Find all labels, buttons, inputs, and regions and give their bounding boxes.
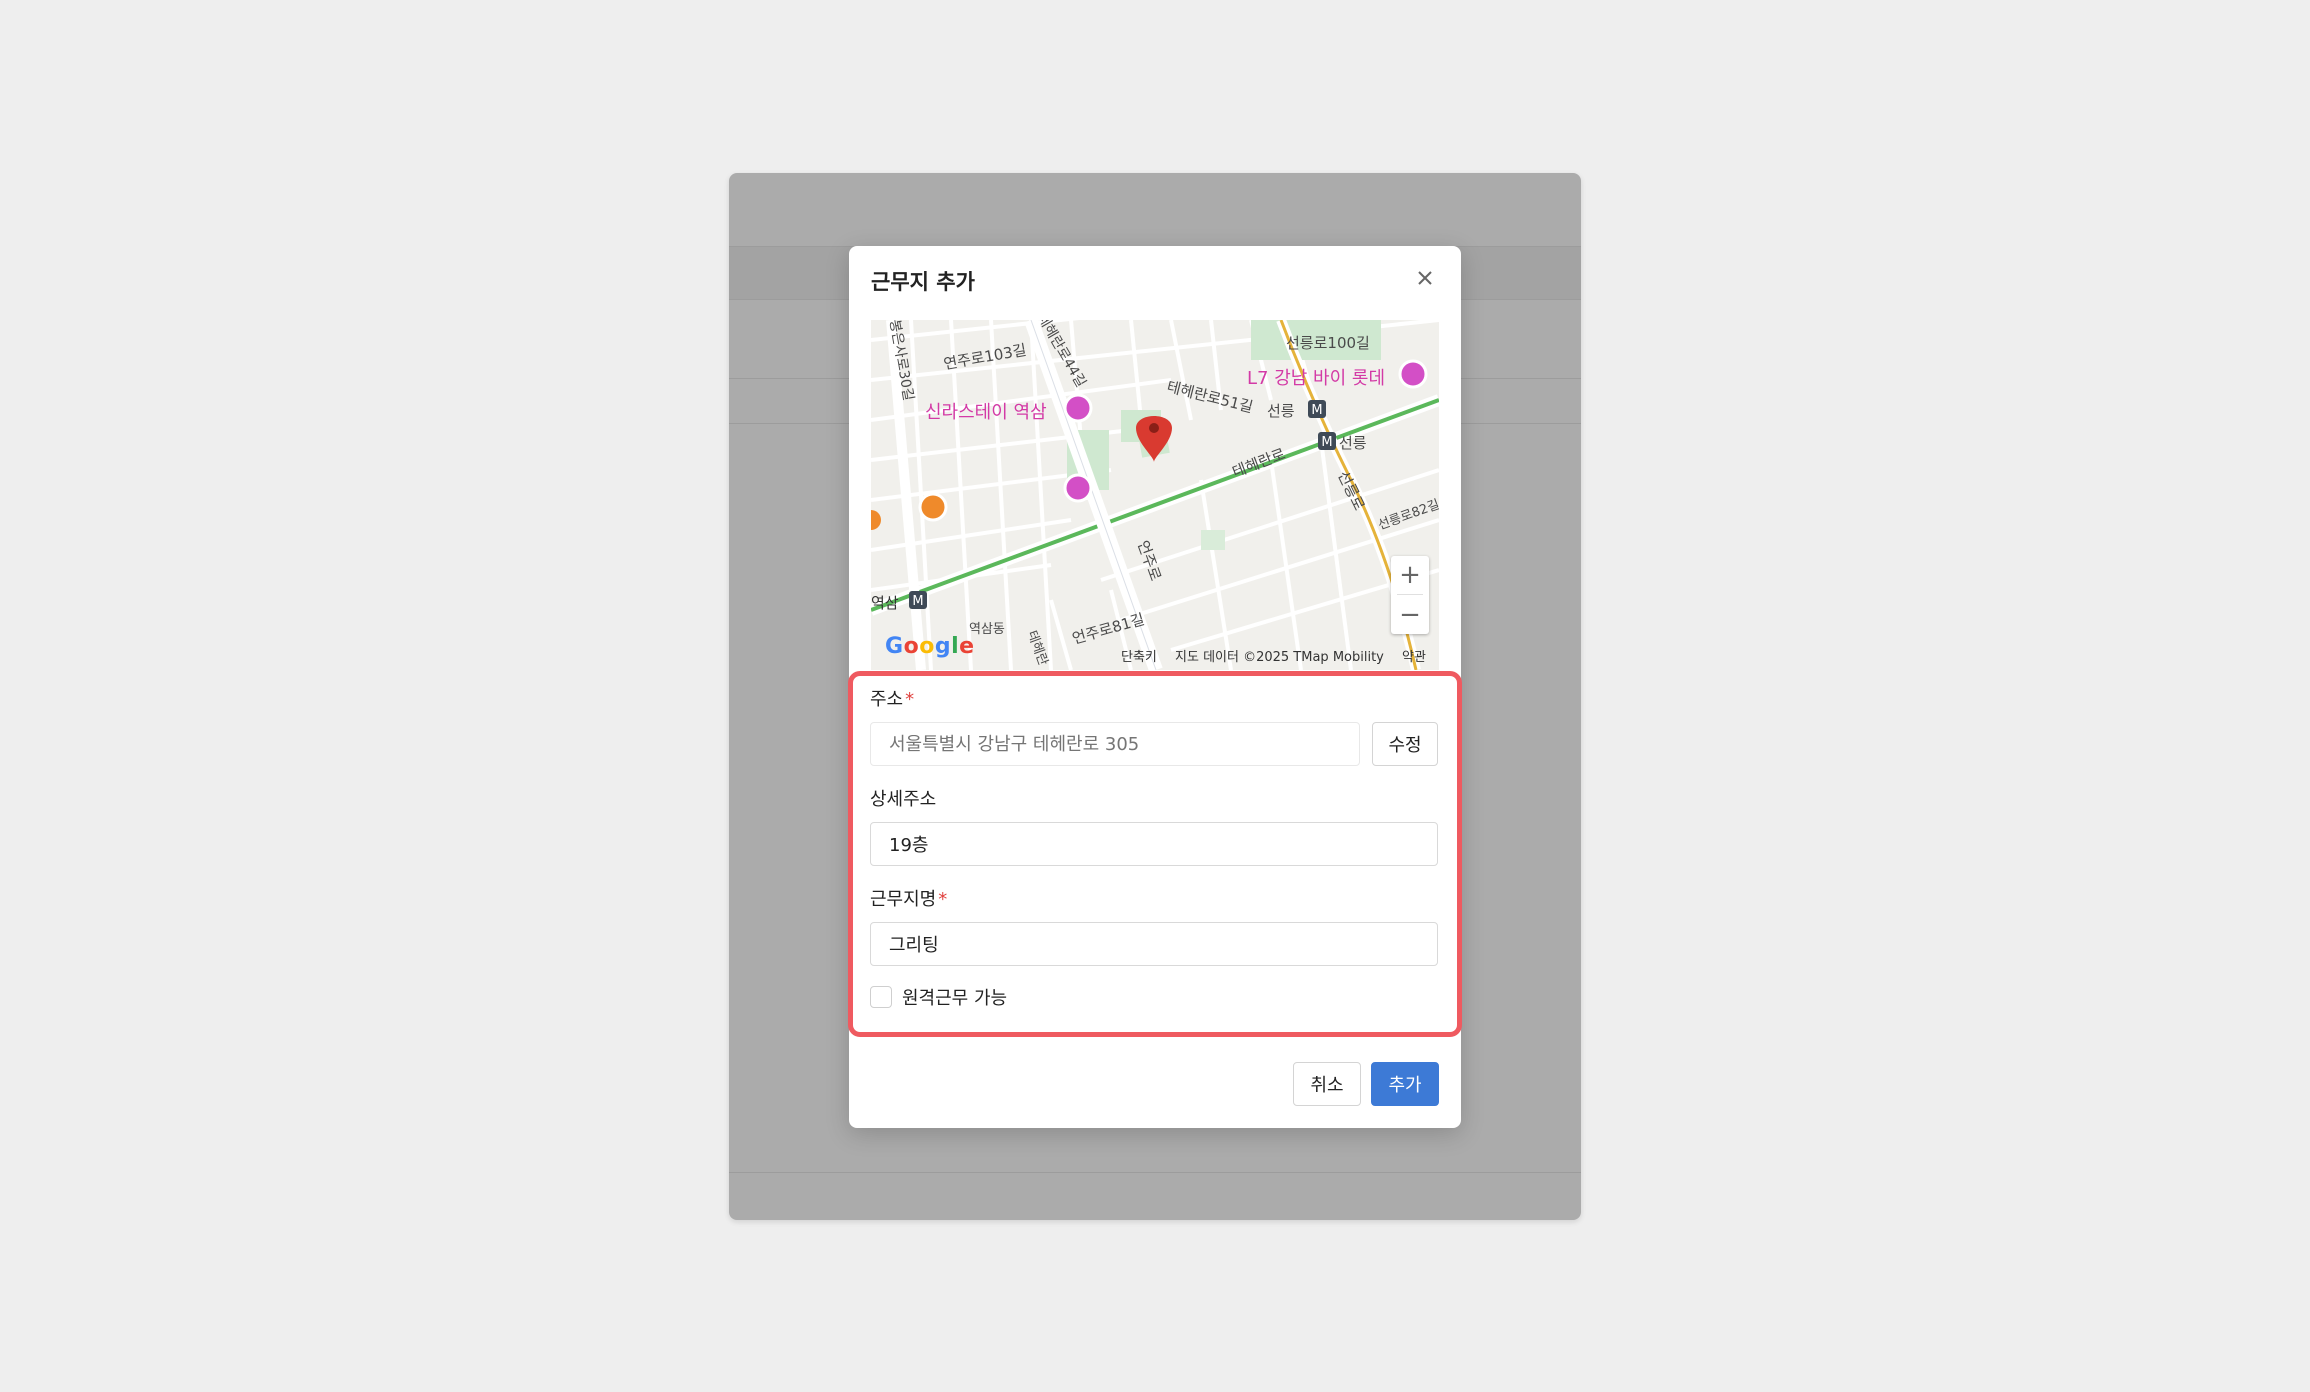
edit-address-button[interactable]: 수정 xyxy=(1372,722,1438,766)
svg-text:M: M xyxy=(912,594,923,609)
workplace-form: 주소* 수정 상세주소 근무지명* 원격근무 가능 xyxy=(850,673,1460,1037)
map-view[interactable]: M M M 선릉로100길 L7 강남 바이 롯데 연주로103길 신라스테이 … xyxy=(871,320,1439,670)
close-button[interactable] xyxy=(1411,264,1439,292)
workplace-name-input[interactable] xyxy=(870,922,1438,966)
google-logo-text: Google xyxy=(885,634,975,659)
add-button[interactable]: 추가 xyxy=(1371,1062,1439,1106)
map-zoom-control: + − xyxy=(1391,556,1429,634)
workplace-name-label-text: 근무지명 xyxy=(870,889,937,910)
map-label-station: 선릉 xyxy=(1339,434,1367,452)
close-icon xyxy=(1418,271,1432,285)
zoom-divider xyxy=(1397,594,1423,595)
detail-address-input[interactable] xyxy=(870,822,1438,866)
map-label-station: 역삼 xyxy=(871,594,899,612)
required-mark: * xyxy=(938,889,948,910)
background-divider xyxy=(729,1172,1581,1173)
remote-work-label[interactable]: 원격근무 가능 xyxy=(902,984,1007,1010)
required-mark: * xyxy=(905,689,915,710)
map-attribution: 단축키 지도 데이터 ©2025 TMap Mobility 약관 xyxy=(1121,646,1439,665)
map-label-hotel: 신라스테이 역삼 xyxy=(925,402,1047,423)
map-terms-link[interactable]: 약관 xyxy=(1402,650,1426,665)
map-label-station: 선릉 xyxy=(1267,402,1295,420)
workplace-name-label: 근무지명 * xyxy=(870,885,947,911)
address-input[interactable] xyxy=(870,722,1360,766)
remote-work-checkbox[interactable] xyxy=(870,986,892,1008)
map-data-attribution: 지도 데이터 ©2025 TMap Mobility xyxy=(1175,650,1384,665)
address-label: 주소 * xyxy=(870,685,914,711)
cancel-button[interactable]: 취소 xyxy=(1293,1062,1361,1106)
google-logo: Google xyxy=(885,634,975,659)
detail-address-label: 상세주소 xyxy=(870,789,937,810)
map-label: 선릉로100길 xyxy=(1286,334,1370,352)
zoom-in-button[interactable]: + xyxy=(1391,556,1429,594)
modal-title: 근무지 추가 xyxy=(871,270,975,294)
map-shortcuts-link[interactable]: 단축키 xyxy=(1121,650,1157,665)
svg-text:M: M xyxy=(1321,435,1332,450)
zoom-out-button[interactable]: − xyxy=(1391,596,1429,634)
svg-text:M: M xyxy=(1311,403,1322,418)
address-label-text: 주소 xyxy=(870,689,904,710)
map-label-hotel: L7 강남 바이 롯데 xyxy=(1247,368,1386,389)
